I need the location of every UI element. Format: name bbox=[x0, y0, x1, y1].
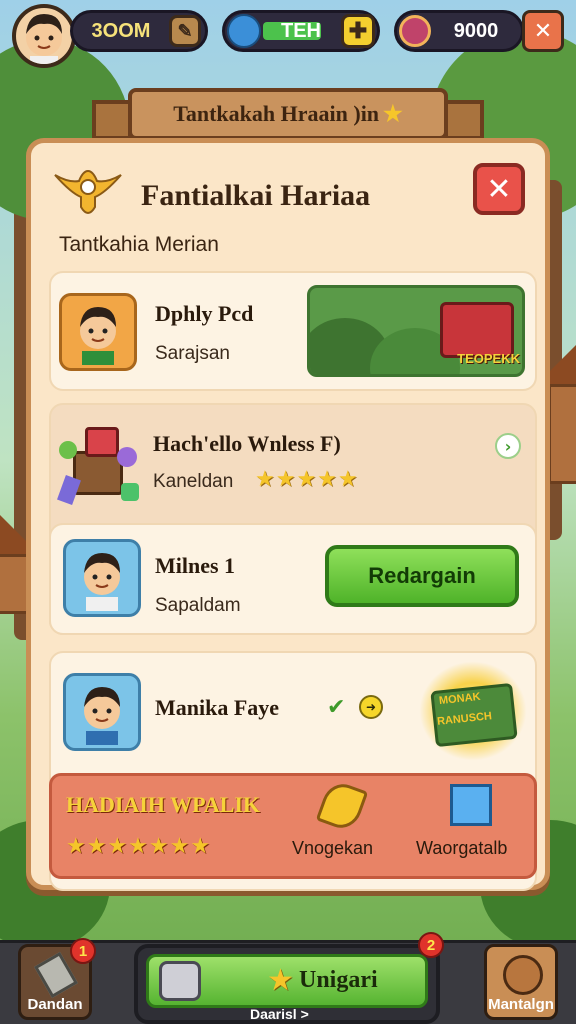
character-portrait-icon bbox=[59, 293, 137, 371]
promo-image[interactable]: TEOPEKK bbox=[307, 285, 525, 377]
reward-section: HADIAIH WPALIK ★★★★★★★ Vnogekan Waorgata… bbox=[49, 773, 537, 879]
top-bar: 3OOM ✎ TEH ✚ 9000 ✕ bbox=[0, 0, 576, 68]
energy-gem-icon bbox=[227, 14, 261, 48]
gold-add-icon[interactable]: ✎ bbox=[169, 15, 201, 47]
notification-badge: 2 bbox=[418, 932, 444, 958]
star-icon: ★ bbox=[383, 101, 403, 126]
rating-stars: ★★★★★ bbox=[255, 467, 359, 492]
promo-label: TEOPEKK bbox=[457, 351, 520, 366]
gold-counter: 3OOM ✎ bbox=[70, 10, 208, 52]
gift-box-icon bbox=[440, 302, 514, 358]
gold-value: 3OOM bbox=[91, 19, 151, 42]
list-item[interactable]: Dphly Pcd Sarajsan TEOPEKK bbox=[49, 271, 537, 391]
energy-counter: TEH ✚ bbox=[222, 10, 380, 52]
card-title: Hach'ello Wnless F) bbox=[153, 431, 341, 456]
banner-ribbon-right bbox=[444, 100, 484, 140]
gems-counter: 9000 bbox=[394, 10, 524, 52]
energy-add-icon[interactable]: ✚ bbox=[341, 14, 375, 48]
banner-title: Tantkakah Hraain )in bbox=[173, 101, 380, 126]
banner-ribbon-left bbox=[92, 100, 132, 140]
reward-item-label: Vnogekan bbox=[292, 838, 374, 858]
nav-label: Mantalgn bbox=[488, 996, 554, 1013]
panel-subtitle: Tantkahia Merian bbox=[59, 233, 219, 256]
reward-title: HADIAIH WPALIK bbox=[66, 792, 261, 817]
main-action[interactable]: ★ Unigari Daarisl > bbox=[134, 944, 440, 1024]
close-icon: ✕ bbox=[486, 171, 512, 207]
main-action-label: Unigari bbox=[299, 967, 378, 993]
card-subtitle: Kaneldan bbox=[153, 471, 234, 492]
robot-icon bbox=[159, 961, 201, 1001]
arrow-coin-icon: ➜ bbox=[359, 695, 383, 719]
checkmark-icon: ✔ bbox=[327, 695, 346, 720]
nav-label: Dandan bbox=[27, 996, 83, 1013]
treasure-pile-icon bbox=[57, 421, 143, 505]
card-title: Manika Faye bbox=[155, 695, 280, 720]
list-item[interactable]: Hach'ello Wnless F) Kaneldan ★★★★★ › bbox=[49, 403, 537, 521]
reward-chest-icon[interactable]: MONAK RANUSCH bbox=[419, 661, 527, 761]
character-portrait-icon bbox=[63, 539, 141, 617]
list-item[interactable]: Milnes 1 Sapaldam Redargain bbox=[49, 523, 537, 635]
notification-badge: 1 bbox=[70, 938, 96, 964]
reward-stars: ★★★★★★★ bbox=[66, 834, 212, 859]
gold-leaf-icon bbox=[315, 778, 369, 834]
chevron-right-icon[interactable]: › bbox=[495, 433, 521, 459]
blue-cube-icon bbox=[450, 784, 492, 826]
card-subtitle: Sarajsan bbox=[155, 343, 230, 364]
card-title: Dphly Pcd bbox=[155, 301, 254, 326]
card-title: Milnes 1 bbox=[155, 553, 236, 578]
close-icon[interactable]: ✕ bbox=[522, 10, 564, 52]
event-banner: Tantkakah Hraain )in ★ bbox=[128, 88, 448, 140]
main-action-sublabel: Daarisl > bbox=[250, 1006, 309, 1022]
main-action-button[interactable]: ★ Unigari bbox=[146, 954, 428, 1008]
redargain-button[interactable]: Redargain bbox=[325, 545, 519, 607]
sword-icon bbox=[34, 951, 78, 999]
eagle-emblem-icon bbox=[54, 169, 122, 214]
gems-value: 9000 bbox=[453, 19, 499, 42]
character-portrait-icon bbox=[63, 673, 141, 751]
panel-title: Fantialkai Hariaa bbox=[141, 179, 371, 212]
reward-item-label: Waorgatalb bbox=[416, 838, 508, 858]
gem-coin-icon bbox=[399, 15, 431, 47]
nav-tab-mantalgn[interactable]: Mantalgn bbox=[484, 944, 558, 1020]
card-subtitle: Sapaldam bbox=[155, 595, 241, 616]
event-panel: Fantialkai Hariaa Tantkahia Merian ✕ Dph… bbox=[26, 138, 550, 891]
star-wand-icon: ★ bbox=[267, 963, 294, 998]
button-label: Redargain bbox=[368, 563, 476, 588]
energy-value: TEH bbox=[281, 19, 321, 42]
boy-face-icon bbox=[26, 14, 62, 64]
character-icon bbox=[503, 955, 543, 995]
player-avatar[interactable] bbox=[12, 4, 76, 68]
panel-close-button[interactable]: ✕ bbox=[473, 163, 525, 215]
